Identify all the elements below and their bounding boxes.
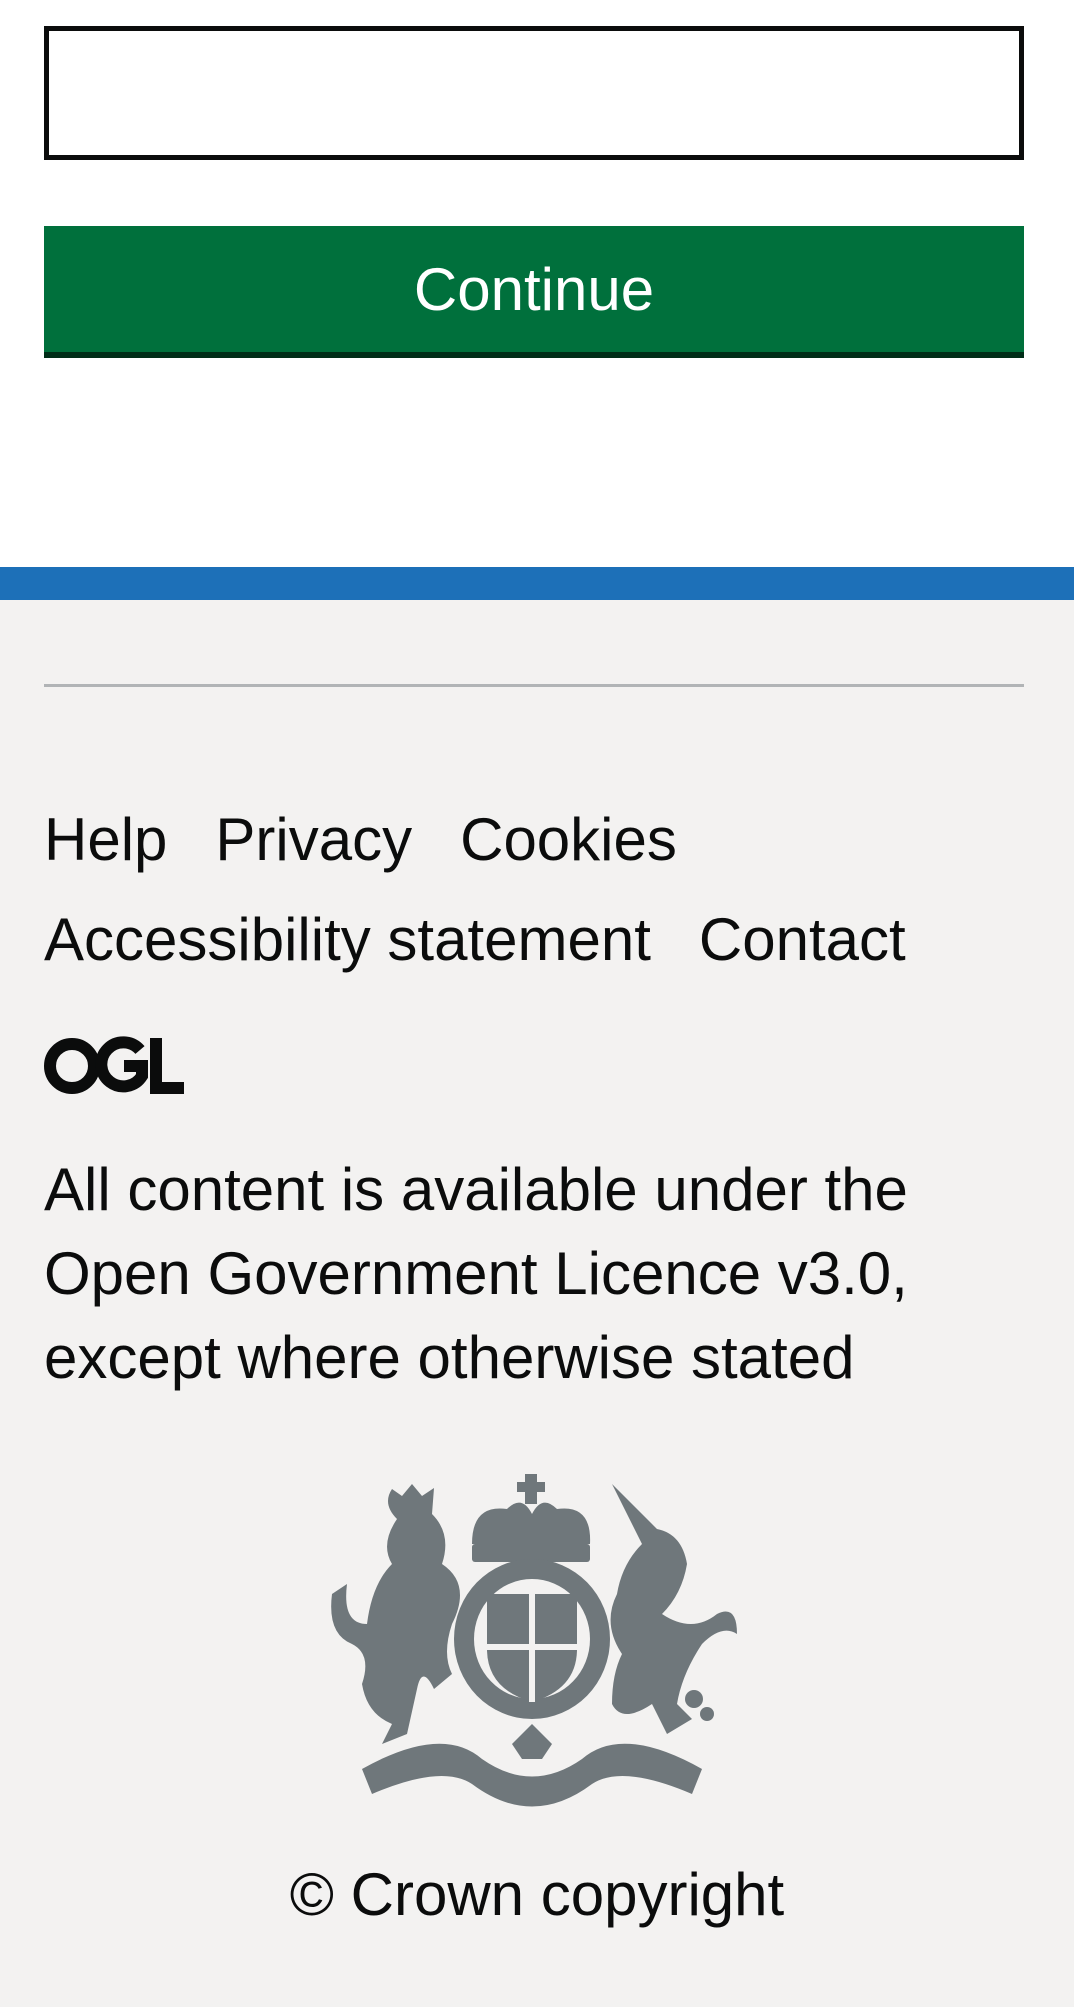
- footer-link-cookies[interactable]: Cookies: [460, 790, 677, 890]
- footer-links: Help Privacy Cookies Accessibility statemen…: [44, 790, 1024, 990]
- footer-top-border: [0, 567, 1074, 600]
- royal-coat-of-arms-icon: [331, 1474, 737, 1807]
- footer-divider: [44, 684, 1024, 687]
- licence-text: All content is available under the Open …: [44, 1148, 1024, 1400]
- copyright-link[interactable]: © Crown copyright: [0, 1855, 1074, 1935]
- main-content: Continue: [0, 0, 1074, 567]
- footer-link-accessibility[interactable]: Accessibility statement: [44, 890, 651, 990]
- continue-button[interactable]: Continue: [44, 226, 1024, 352]
- ogl-logo: [44, 1036, 184, 1094]
- footer-link-privacy[interactable]: Privacy: [215, 790, 412, 890]
- footer-link-contact[interactable]: Contact: [699, 890, 906, 990]
- licence-line: All content is available under the: [44, 1156, 908, 1223]
- footer-link-help[interactable]: Help: [44, 790, 167, 890]
- licence-line: except where otherwise stated: [44, 1324, 855, 1391]
- licence-line-link[interactable]: Open Government Licence v3.0,: [44, 1232, 1024, 1316]
- answer-input[interactable]: [44, 26, 1024, 160]
